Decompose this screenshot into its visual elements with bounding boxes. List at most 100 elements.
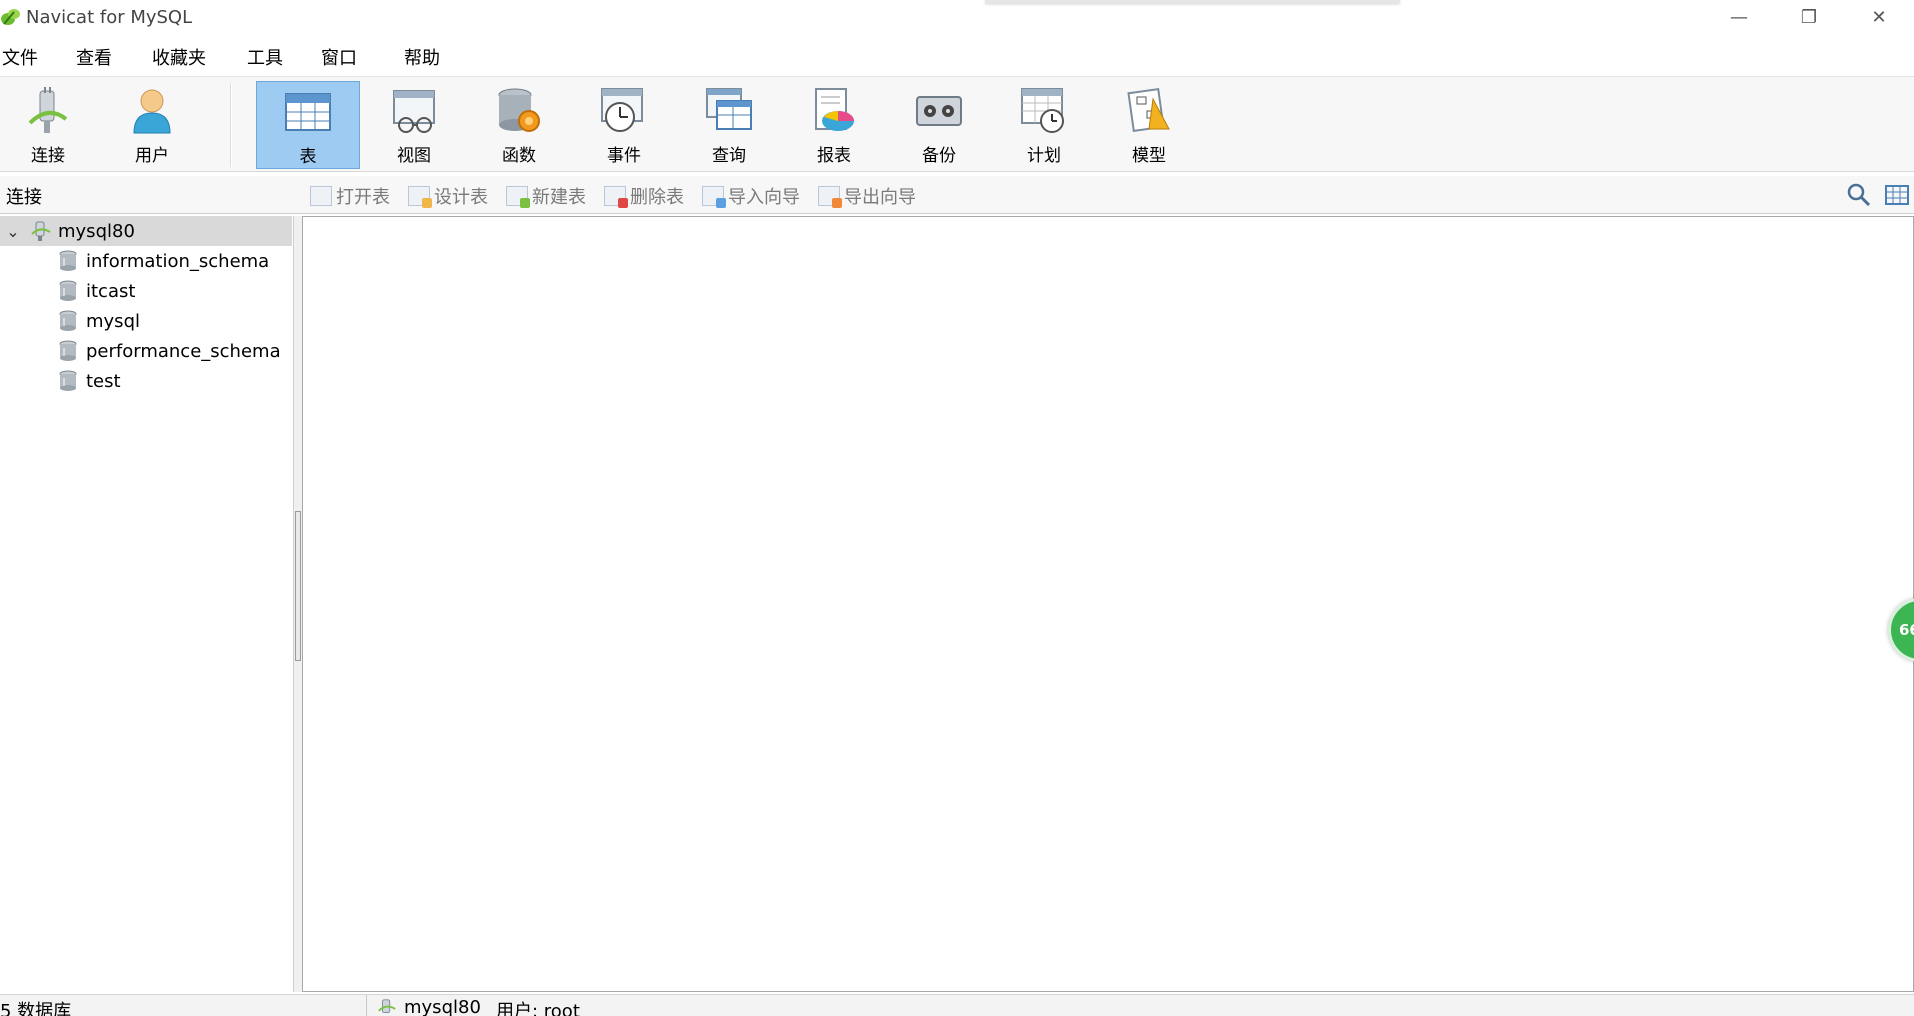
status-connection: mysql80 — [376, 997, 481, 1016]
connection-panel-header: 连接 — [6, 187, 42, 208]
report-chart-icon — [808, 85, 860, 137]
import-wizard-label: 导入向导 — [728, 187, 800, 208]
new-table-label: 新建表 — [532, 187, 586, 208]
object-toolbar: 连接 打开表 设计表 新建表 删除表 导入向导 导出向导 — [0, 176, 1914, 214]
view-button[interactable]: 视图 — [362, 81, 466, 169]
open-table-label: 打开表 — [336, 187, 390, 208]
query-button[interactable]: 查询 — [677, 81, 781, 169]
navicat-logo-icon — [0, 6, 22, 28]
delete-table-label: 删除表 — [630, 187, 684, 208]
panel-splitter[interactable] — [294, 216, 302, 992]
delete-table-icon — [604, 186, 628, 208]
database-count: 5 数据库 — [0, 1001, 72, 1016]
new-table-icon — [506, 186, 530, 208]
search-icon[interactable] — [1846, 182, 1872, 208]
status-divider — [366, 995, 367, 1016]
database-name: mysql — [86, 310, 140, 332]
query-label: 查询 — [712, 146, 746, 166]
model-button[interactable]: 模型 — [1097, 81, 1201, 169]
backup-label: 备份 — [922, 146, 956, 166]
import-wizard-icon — [702, 186, 726, 208]
restore-button[interactable]: ❐ — [1774, 0, 1844, 34]
view-glasses-icon — [388, 85, 440, 137]
open-table-icon — [310, 186, 332, 206]
model-label: 模型 — [1132, 146, 1166, 166]
export-wizard-label: 导出向导 — [844, 187, 916, 208]
delete-table-button[interactable]: 删除表 — [604, 183, 684, 209]
event-label: 事件 — [607, 146, 641, 166]
tree-connection-mysql80[interactable]: ⌄ mysql80 — [0, 216, 292, 246]
connection-icon — [376, 998, 398, 1016]
table-grid-icon — [282, 86, 334, 138]
connection-tree-panel: ⌄ mysql80 information_schema itcast mysq… — [0, 216, 294, 992]
toolbar-separator — [230, 83, 232, 167]
tree-db-performance-schema[interactable]: performance_schema — [0, 336, 292, 366]
table-label: 表 — [299, 147, 317, 167]
database-name: test — [86, 370, 121, 392]
object-list-panel[interactable] — [302, 216, 1914, 992]
close-button[interactable]: ✕ — [1844, 0, 1914, 34]
user-label: 用户 — [135, 146, 169, 166]
status-bar: 5 数据库 mysql80 用户: root — [0, 994, 1914, 1016]
schedule-calendar-icon — [1018, 85, 1070, 137]
connection-icon — [30, 220, 51, 242]
backup-button[interactable]: 备份 — [887, 81, 991, 169]
event-button[interactable]: 事件 — [572, 81, 676, 169]
menu-window[interactable]: 窗口 — [321, 44, 357, 70]
open-table-button[interactable]: 打开表 — [310, 183, 390, 209]
function-button[interactable]: 函数 — [467, 81, 571, 169]
design-table-button[interactable]: 设计表 — [408, 183, 488, 209]
function-label: 函数 — [502, 146, 536, 166]
table-button[interactable]: 表 — [256, 81, 360, 169]
connection-plug-icon — [22, 85, 74, 137]
minimize-button[interactable]: — — [1704, 0, 1774, 34]
import-wizard-button[interactable]: 导入向导 — [702, 183, 800, 209]
user-button[interactable]: 用户 — [100, 81, 204, 169]
main-toolbar: 连接 用户 表 视图 函数 事件 查询 报表 备份 计划 模型 — [0, 76, 1914, 172]
connect-label: 连接 — [31, 146, 65, 166]
database-name: information_schema — [86, 250, 270, 272]
tree-db-itcast[interactable]: itcast — [0, 276, 292, 306]
export-wizard-icon — [818, 186, 842, 208]
tree-db-mysql[interactable]: mysql — [0, 306, 292, 336]
tree-db-information-schema[interactable]: information_schema — [0, 246, 292, 276]
connection-name: mysql80 — [58, 220, 135, 242]
database-icon — [58, 340, 78, 362]
menu-view[interactable]: 查看 — [76, 44, 112, 70]
backup-tape-icon — [913, 85, 965, 137]
menu-bar: 文件 查看 收藏夹 工具 窗口 帮助 — [0, 38, 1914, 72]
model-diagram-icon — [1123, 85, 1175, 137]
query-tables-icon — [703, 85, 755, 137]
schedule-label: 计划 — [1027, 146, 1061, 166]
floating-window-edge — [985, 0, 1400, 3]
database-name: performance_schema — [86, 340, 281, 362]
event-clock-icon — [598, 85, 650, 137]
status-connection-name: mysql80 — [404, 997, 481, 1016]
title-bar: Navicat for MySQL — ❐ ✕ — [0, 0, 1914, 34]
menu-help[interactable]: 帮助 — [404, 44, 440, 70]
view-grid-icon[interactable] — [1884, 182, 1910, 208]
report-button[interactable]: 报表 — [782, 81, 886, 169]
menu-file[interactable]: 文件 — [2, 44, 38, 70]
splitter-handle[interactable] — [295, 511, 301, 661]
database-icon — [58, 310, 78, 332]
new-table-button[interactable]: 新建表 — [506, 183, 586, 209]
database-icon — [58, 370, 78, 392]
menu-favorites[interactable]: 收藏夹 — [152, 44, 206, 70]
user-icon — [126, 85, 178, 137]
database-icon — [58, 280, 78, 302]
design-table-label: 设计表 — [434, 187, 488, 208]
menu-tools[interactable]: 工具 — [247, 44, 283, 70]
chevron-down-icon[interactable]: ⌄ — [2, 222, 24, 241]
database-name: itcast — [86, 280, 136, 302]
schedule-button[interactable]: 计划 — [992, 81, 1096, 169]
export-wizard-button[interactable]: 导出向导 — [818, 183, 916, 209]
view-label: 视图 — [397, 146, 431, 166]
tree-db-test[interactable]: test — [0, 366, 292, 396]
status-user: 用户: root — [496, 1001, 580, 1016]
database-icon — [58, 250, 78, 272]
design-table-icon — [408, 186, 432, 208]
window-title: Navicat for MySQL — [26, 6, 193, 28]
function-gear-icon — [493, 85, 545, 137]
connect-button[interactable]: 连接 — [0, 81, 100, 169]
